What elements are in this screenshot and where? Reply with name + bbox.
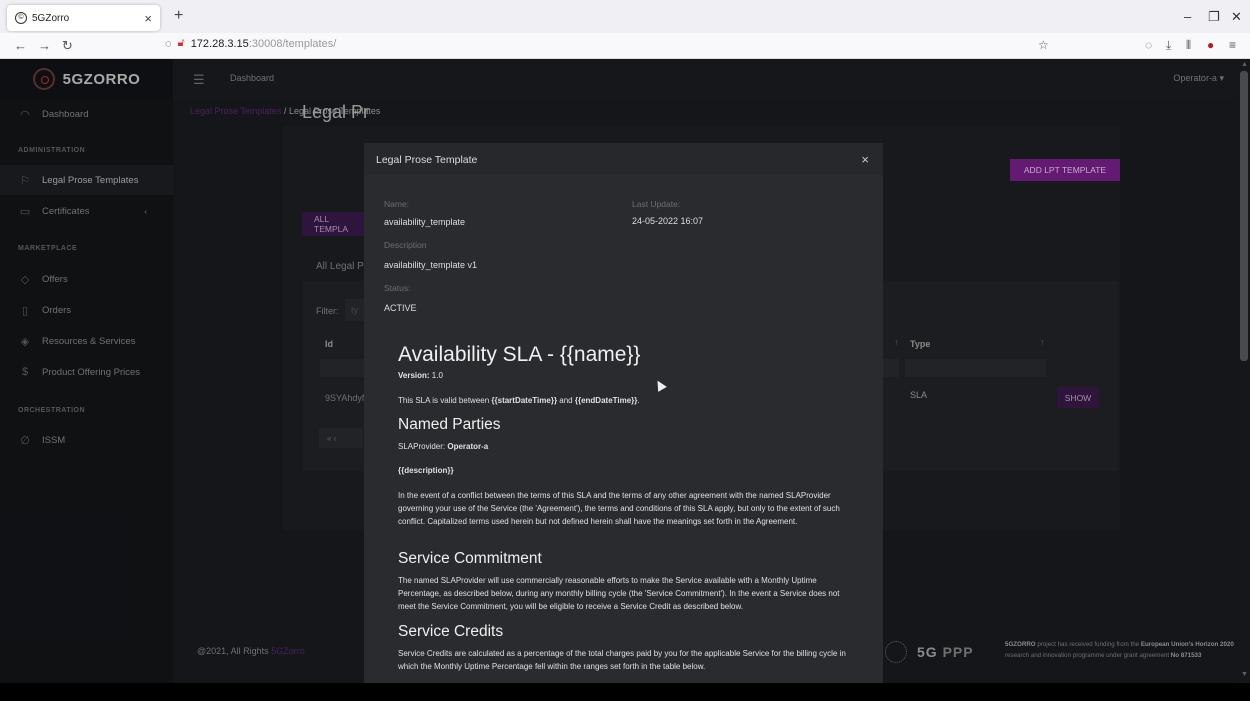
favicon-icon: © [15, 12, 27, 24]
doc-version: Version: 1.0 [398, 371, 443, 380]
forward-icon[interactable]: → [38, 38, 51, 53]
provider-label: SLAProvider: [398, 442, 448, 451]
lock-icon: 🔓︎ [177, 37, 185, 49]
validity-mid: and [557, 396, 575, 405]
browser-navbar: ← → ↻ ◌ 🔓︎ 172.28.3.15:30008/templates/ … [0, 33, 1250, 59]
tab-title: 5GZorro [32, 12, 70, 24]
last-update-value: 24-05-2022 16:07 [632, 216, 704, 226]
shield-icon: ◌ [165, 37, 172, 50]
window-close-icon[interactable]: ✕ [1231, 9, 1242, 25]
pocket-icon[interactable]: ◌ [1145, 38, 1152, 52]
extension-icon[interactable]: ● [1207, 38, 1214, 52]
doc-commitment-paragraph: The named SLAProvider will use commercia… [398, 576, 840, 611]
restore-icon[interactable]: ❐ [1208, 9, 1220, 25]
library-icon[interactable]: ⫴ [1186, 38, 1191, 53]
doc-service-credits-heading: Service Credits [398, 623, 504, 640]
new-tab-icon[interactable]: + [174, 7, 183, 25]
bookmark-star-icon[interactable]: ☆ [1038, 38, 1049, 52]
validity-start: {{startDateTime}} [491, 396, 558, 405]
browser-tab[interactable]: © 5GZorro × [7, 5, 160, 31]
status-value: ACTIVE [384, 303, 417, 313]
validity-post: . [637, 396, 640, 405]
doc-conflict-paragraph: In the event of a conflict between the t… [398, 491, 840, 526]
menu-icon[interactable]: ≡ [1229, 38, 1236, 52]
doc-heading: Availability SLA - {{name}} [398, 343, 641, 366]
description-label: Description [384, 240, 427, 250]
url-bar[interactable]: ◌ 🔓︎ 172.28.3.15:30008/templates/ [165, 37, 336, 50]
modal-header: Legal Prose Template × [364, 143, 883, 175]
doc-named-parties-heading: Named Parties [398, 416, 501, 433]
validity-end: {{endDateTime}} [574, 396, 638, 405]
name-label: Name: [384, 199, 410, 209]
modal-title: Legal Prose Template [376, 154, 478, 166]
minimize-icon[interactable]: – [1184, 9, 1191, 24]
url-host: 172.28.3.15 [190, 37, 249, 50]
url-path: :30008/templates/ [248, 37, 337, 50]
download-icon[interactable]: ⤓ [1166, 38, 1171, 53]
name-value: availability_template [384, 217, 466, 227]
doc-validity: This SLA is valid between {{startDateTim… [398, 394, 640, 407]
validity-pre: This SLA is valid between [398, 396, 492, 405]
doc-service-commitment-heading: Service Commitment [398, 550, 542, 567]
doc-credits-paragraph: Service Credits are calculated as a perc… [398, 649, 846, 671]
version-label: Version: [398, 371, 430, 380]
version-value: 1.0 [429, 371, 443, 380]
browser-tabbar: © 5GZorro × + – ❐ ✕ [0, 0, 1250, 33]
legal-prose-template-modal: Legal Prose Template × Name: availabilit… [364, 143, 883, 683]
close-tab-icon[interactable]: × [144, 11, 152, 26]
status-label: Status: [384, 283, 411, 293]
doc-description-token: {{description}} [398, 464, 454, 477]
close-icon[interactable]: × [861, 152, 869, 167]
back-icon[interactable]: ← [14, 38, 27, 53]
description-value: availability_template v1 [384, 260, 478, 270]
provider-value: Operator-a [447, 442, 489, 451]
reload-icon[interactable]: ↻ [62, 38, 73, 54]
doc-provider: SLAProvider: Operator-a [398, 440, 488, 453]
last-update-label: Last Update: [632, 199, 681, 209]
description-token: {{description}} [398, 466, 454, 475]
